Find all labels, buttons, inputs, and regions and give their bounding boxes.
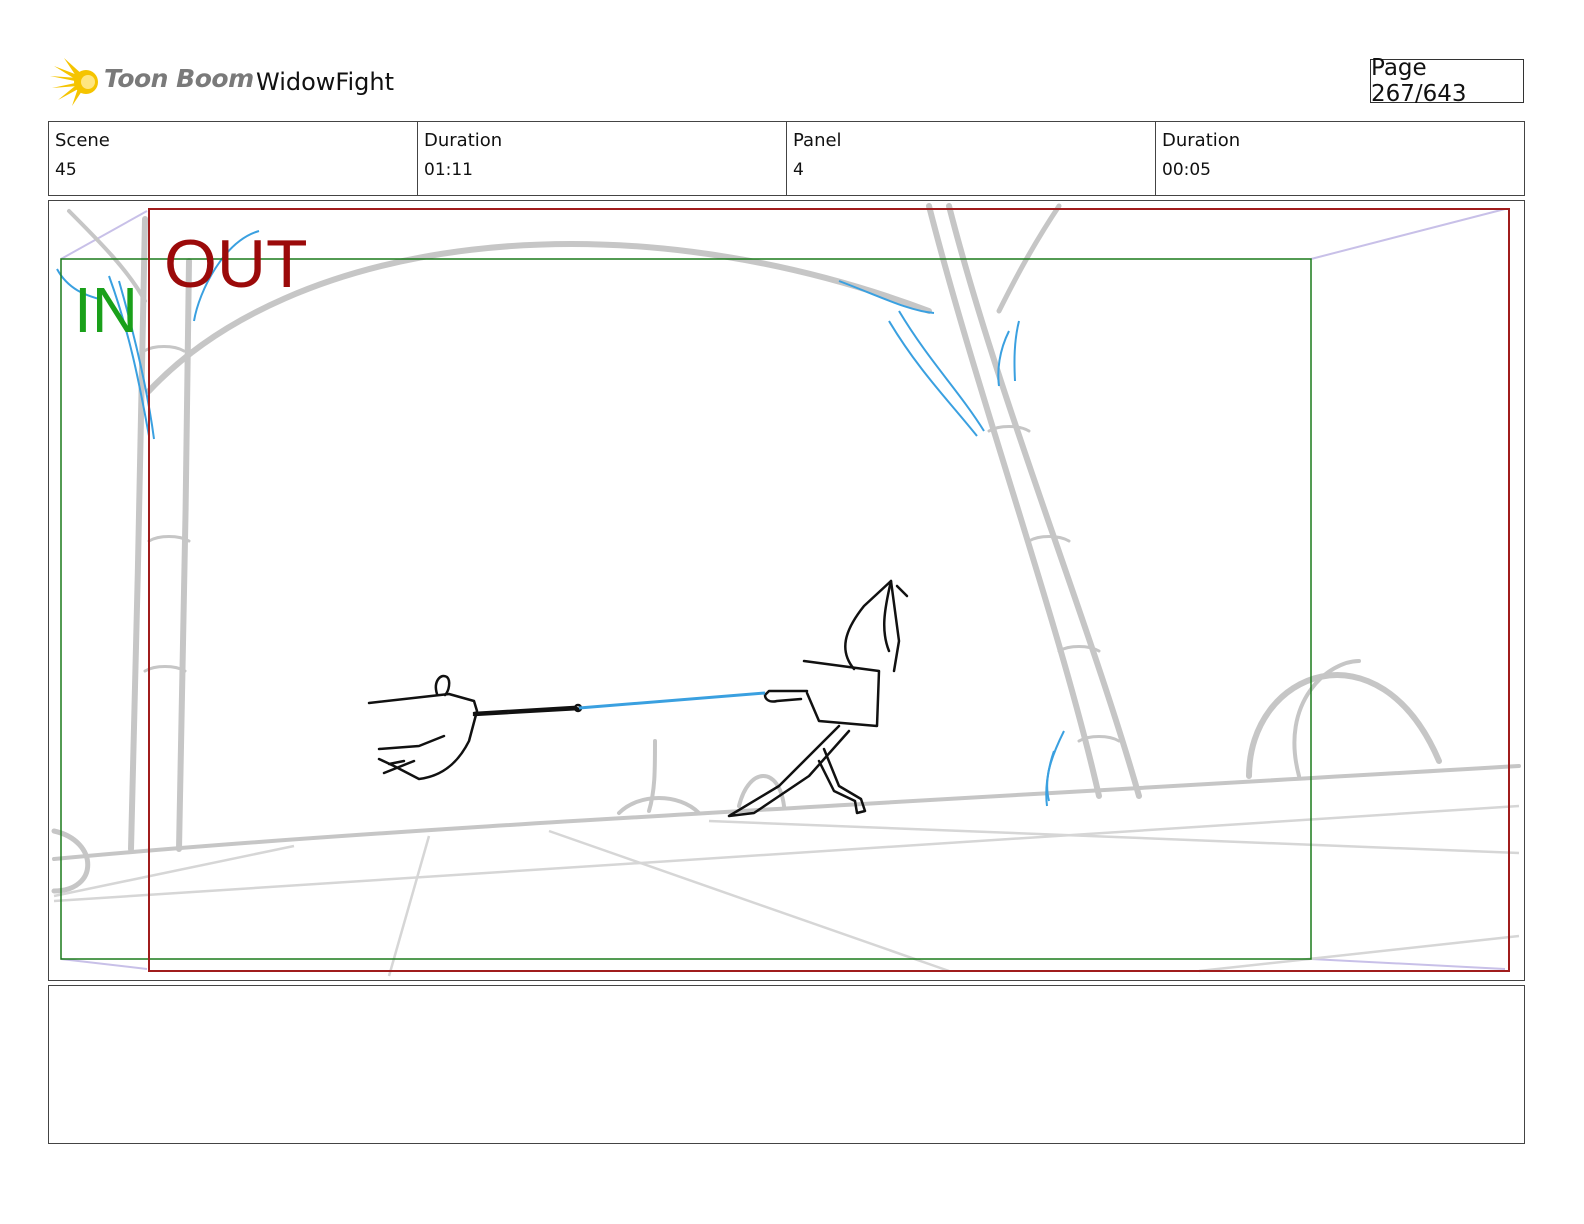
page-indicator: Page 267/643 [1370,55,1524,107]
panel-cell: Panel 4 [787,122,1156,195]
panel-duration-cell: Duration 00:05 [1156,122,1524,195]
scene-value: 45 [55,160,77,180]
floor-perspective-lines [53,804,1520,977]
scene-duration-cell: Duration 01:11 [418,122,787,195]
silk-thread [578,691,766,710]
scene-cell: Scene 45 [49,122,418,195]
panel-notes-box [48,985,1525,1144]
panel-value: 4 [793,160,804,180]
project-title: WidowFight [256,68,394,96]
storyboard-panel [48,200,1525,981]
characters-sketch [367,579,909,818]
panel-duration-label: Duration [1162,130,1241,151]
scene-label: Scene [55,130,110,151]
out-camera-frame [148,208,1510,972]
background-sketch [51,203,1521,894]
in-frame-label: IN [74,274,138,346]
scene-duration-value: 01:11 [424,160,473,180]
in-camera-frame [60,258,1312,960]
scene-duration-label: Duration [424,130,503,151]
panel-label: Panel [793,130,842,151]
panel-duration-value: 00:05 [1162,160,1211,180]
foliage-sketch [56,230,1065,807]
out-frame-label: OUT [164,226,308,302]
camera-move-arrows [60,208,1506,970]
panel-sketch [51,203,1521,977]
brand-name: Toon Boom [104,64,254,93]
scene-info-table: Scene 45 Duration 01:11 Panel 4 Duration… [48,121,1525,196]
